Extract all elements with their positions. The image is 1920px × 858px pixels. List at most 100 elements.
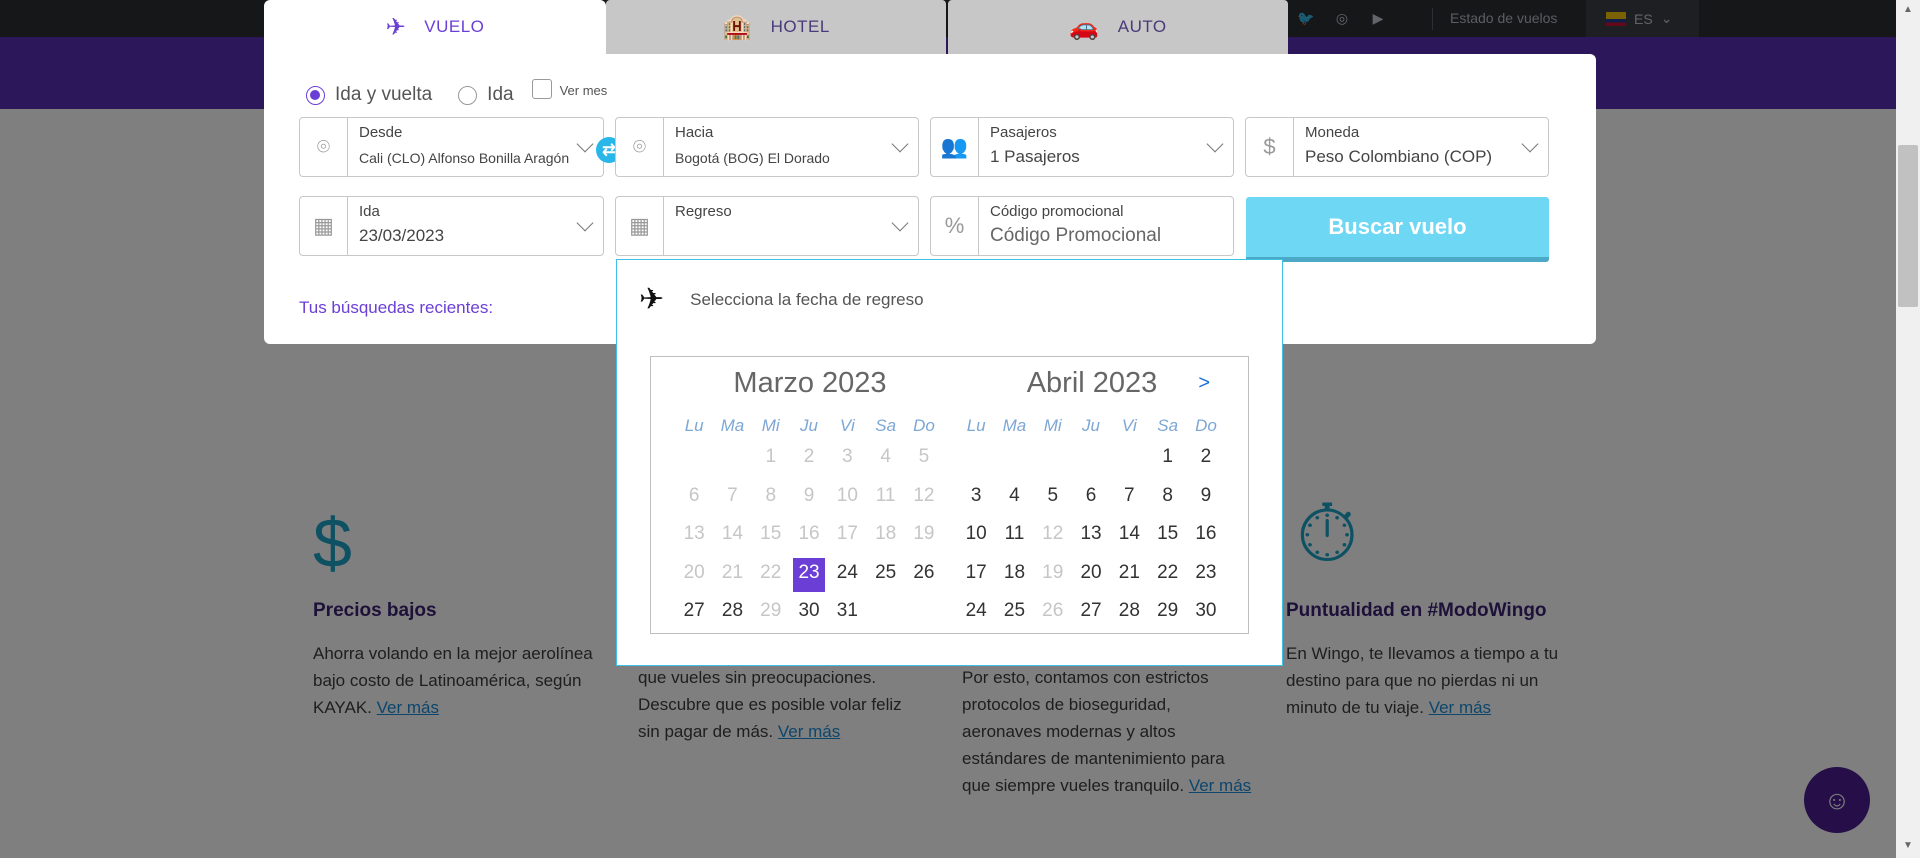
calendar-day[interactable]: 13 (1072, 517, 1110, 556)
calendar-day[interactable]: 24 (957, 594, 995, 633)
depart-date-field[interactable]: ▦ Ida 23/03/2023 (299, 196, 604, 256)
depart-value: 23/03/2023 (359, 226, 445, 245)
calendar-day: 5 (918, 446, 930, 467)
calendar-day: 19 (1042, 561, 1064, 583)
calendar-day[interactable]: 31 (828, 594, 866, 633)
dollar-icon: $ (1246, 118, 1294, 176)
to-field[interactable]: ⌾ Hacia Bogotá (BOG) El Dorado (615, 117, 919, 177)
calendar-day: 29 (760, 600, 782, 621)
calendar-day[interactable]: 20 (1072, 556, 1110, 595)
calendar-day[interactable]: 4 (995, 479, 1033, 518)
calendar-day[interactable]: 25 (995, 594, 1033, 633)
weekday-label: Lu (966, 416, 986, 435)
scrollbar-thumb[interactable] (1898, 145, 1918, 307)
calendar-day[interactable]: 28 (713, 594, 751, 633)
tab-vuelo[interactable]: ✈ VUELO (264, 0, 606, 54)
calendar-day[interactable]: 27 (1072, 594, 1110, 633)
calendar-day: 4 (880, 446, 891, 467)
month-april: Abril 2023 Lu Ma Mi Ju Vi Sa Do 1 2 3 4 5 6 7 8 9 10 11 1… (957, 367, 1227, 633)
calendar-day[interactable]: 30 (790, 594, 828, 633)
one-way-label[interactable]: Ida (487, 84, 513, 106)
tab-label: VUELO (424, 17, 485, 36)
see-month-label[interactable]: Ver mes (560, 83, 608, 98)
location-pin-icon: ⌾ (300, 118, 348, 176)
calendar-day: 18 (875, 523, 897, 544)
calendar-day[interactable]: 6 (1072, 479, 1110, 518)
calendar-day[interactable]: 21 (1110, 556, 1148, 595)
calendar-day: 20 (683, 561, 705, 583)
calendar-day: 12 (1042, 523, 1064, 544)
one-way-radio[interactable] (458, 85, 478, 105)
calendar-day[interactable]: 24 (828, 556, 866, 595)
discount-ticket-icon: % (931, 197, 979, 255)
from-field[interactable]: ⌾ Desde Cali (CLO) Alfonso Bonilla Aragó… (299, 117, 604, 177)
next-month-button[interactable]: > (1198, 372, 1210, 395)
round-trip-radio[interactable] (306, 85, 325, 105)
calendar-day[interactable]: 3 (957, 479, 995, 518)
calendar-day[interactable]: 8 (1148, 479, 1186, 518)
scrollbar[interactable] (1896, 0, 1920, 858)
scroll-up-icon[interactable]: ▲ (1900, 4, 1916, 18)
calendar-day: 19 (913, 523, 935, 544)
calendar-day[interactable]: 2 (1187, 440, 1225, 479)
calendar-day[interactable]: 17 (957, 556, 995, 595)
plane-icon: ✈ (385, 13, 407, 41)
calendar-day-selected[interactable]: 23 (792, 557, 826, 592)
tab-hotel[interactable]: 🏨 HOTEL (606, 0, 946, 54)
weekday-label: Vi (839, 416, 855, 435)
empty-cell (1110, 440, 1148, 479)
calendar-day[interactable]: 7 (1110, 479, 1148, 518)
calendar-day: 10 (836, 484, 858, 506)
calendar-day: 13 (683, 523, 705, 544)
calendar-day[interactable]: 9 (1187, 479, 1225, 518)
calendar-day: 7 (727, 484, 738, 506)
calendar-day[interactable]: 30 (1187, 594, 1225, 633)
weekday-label: Sa (1157, 416, 1179, 435)
round-trip-label[interactable]: Ida y vuelta (335, 84, 432, 106)
chevron-down-icon (891, 135, 909, 153)
calendar-day: 22 (760, 561, 782, 583)
car-icon: 🚗 (1069, 13, 1100, 41)
trip-type: Ida y vuelta Ida Ver mes (306, 79, 608, 106)
calendar-day[interactable]: 18 (995, 556, 1033, 595)
scroll-down-icon[interactable]: ▼ (1900, 840, 1916, 854)
calendar-day[interactable]: 11 (995, 517, 1033, 556)
return-date-picker: ✈ Selecciona la fecha de regreso Marzo 2… (616, 259, 1283, 666)
search-flight-button[interactable]: Buscar vuelo (1246, 197, 1549, 262)
weekday-label: Sa (875, 416, 897, 435)
currency-label: Moneda (1305, 124, 1360, 141)
tab-auto[interactable]: 🚗 AUTO (948, 0, 1288, 54)
booking-tabs: ✈ VUELO 🏨 HOTEL 🚗 AUTO (264, 0, 1288, 54)
calendar-day[interactable]: 27 (675, 594, 713, 633)
calendar-day[interactable]: 26 (905, 556, 943, 595)
to-label: Hacia (675, 124, 714, 141)
calendar-day[interactable]: 28 (1110, 594, 1148, 633)
calendar-day[interactable]: 23 (1187, 556, 1225, 595)
calendar-day[interactable]: 25 (866, 556, 904, 595)
depart-label: Ida (359, 203, 380, 220)
weekday-header: Lu Ma Mi Ju Vi Sa Do (957, 416, 1227, 436)
calendar-day[interactable]: 22 (1148, 556, 1186, 595)
calendar-day[interactable]: 29 (1148, 594, 1186, 633)
calendar-day[interactable]: 15 (1148, 517, 1186, 556)
passengers-field[interactable]: 👥 Pasajeros 1 Pasajeros (930, 117, 1234, 177)
calendar-day: 8 (765, 484, 777, 506)
calendar-day[interactable]: 14 (1110, 517, 1148, 556)
currency-field[interactable]: $ Moneda Peso Colombiano (COP) (1245, 117, 1549, 177)
month-march: Marzo 2023 Lu Ma Mi Ju Vi Sa Do 1 2 3 4 5 6 7 8 9 10 11 1… (675, 367, 945, 633)
empty-cell (957, 440, 995, 479)
calendar-day[interactable]: 1 (1148, 440, 1186, 479)
promo-input[interactable]: Código Promocional (990, 225, 1161, 247)
return-date-field[interactable]: ▦ Regreso (615, 196, 919, 256)
weekday-label: Mi (761, 416, 780, 435)
weekday-label: Mi (1043, 416, 1062, 435)
calendar-day[interactable]: 16 (1187, 517, 1225, 556)
see-month-checkbox[interactable] (531, 79, 552, 99)
promo-code-field[interactable]: % Código promocional Código Promocional (930, 196, 1234, 256)
calendar-day[interactable]: 5 (1034, 479, 1072, 518)
weekday-label: Ma (1002, 416, 1027, 435)
days-grid: 1 2 3 4 5 6 7 8 9 10 11 12 13 14 15 16 17 18 19 20 21 22 23 24 2… (957, 440, 1227, 633)
picker-prompt: Selecciona la fecha de regreso (690, 289, 924, 309)
weekday-label: Do (913, 416, 935, 435)
calendar-day[interactable]: 10 (957, 517, 995, 556)
